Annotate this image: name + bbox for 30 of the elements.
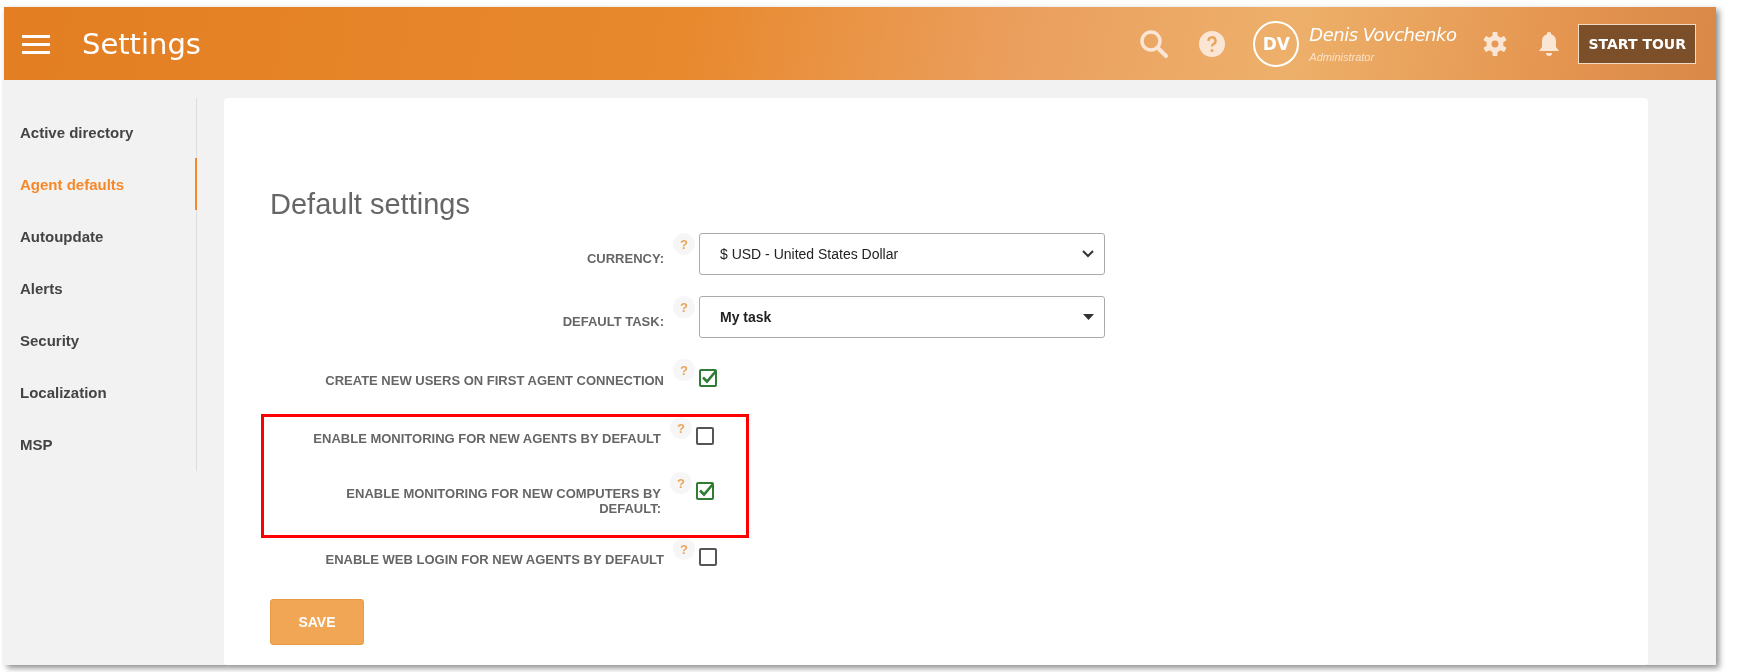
start-tour-button[interactable]: START TOUR: [1578, 23, 1696, 64]
search-icon[interactable]: [1139, 28, 1170, 59]
chevron-down-icon: [1082, 250, 1094, 258]
option-label: CREATE NEW USERS ON FIRST AGENT CONNECTION: [324, 372, 664, 388]
caret-icon: [1083, 314, 1094, 320]
option-label: ENABLE MONITORING FOR NEW COMPUTERS BY DEFAULT:: [345, 485, 661, 516]
sidebar-item[interactable]: Autoupdate: [4, 210, 196, 262]
field-label: DEFAULT TASK:: [561, 313, 664, 329]
option-label: ENABLE MONITORING FOR NEW AGENTS BY DEFAULT: [312, 430, 661, 446]
checkbox[interactable]: [696, 427, 714, 445]
currency-select[interactable]: $ USD - United States Dollar: [699, 233, 1105, 275]
user-name: Denis Vovchenko: [1309, 24, 1457, 45]
sidebar-item[interactable]: Security: [4, 314, 196, 366]
option-label: ENABLE WEB LOGIN FOR NEW AGENTS BY DEFAULT: [324, 551, 664, 567]
section-title: Default settings: [270, 188, 471, 221]
bell-icon[interactable]: [1538, 30, 1561, 57]
checkbox[interactable]: [696, 482, 714, 500]
sidebar-item[interactable]: MSP: [4, 418, 196, 470]
task-dropdown[interactable]: My task: [699, 296, 1105, 338]
user-role: Administrator: [1309, 51, 1376, 63]
sidebar-item[interactable]: Active directory: [4, 106, 196, 158]
checkbox[interactable]: [699, 548, 717, 566]
help-icon[interactable]: [1199, 30, 1226, 57]
sidebar-item[interactable]: Alerts: [4, 262, 196, 314]
sidebar-item[interactable]: Localization: [4, 366, 196, 418]
page-title: Settings: [82, 26, 201, 61]
field-label: CURRENCY:: [585, 250, 664, 266]
menu-icon[interactable]: [22, 33, 50, 54]
gear-icon[interactable]: [1482, 30, 1509, 57]
checkbox[interactable]: [699, 369, 717, 387]
